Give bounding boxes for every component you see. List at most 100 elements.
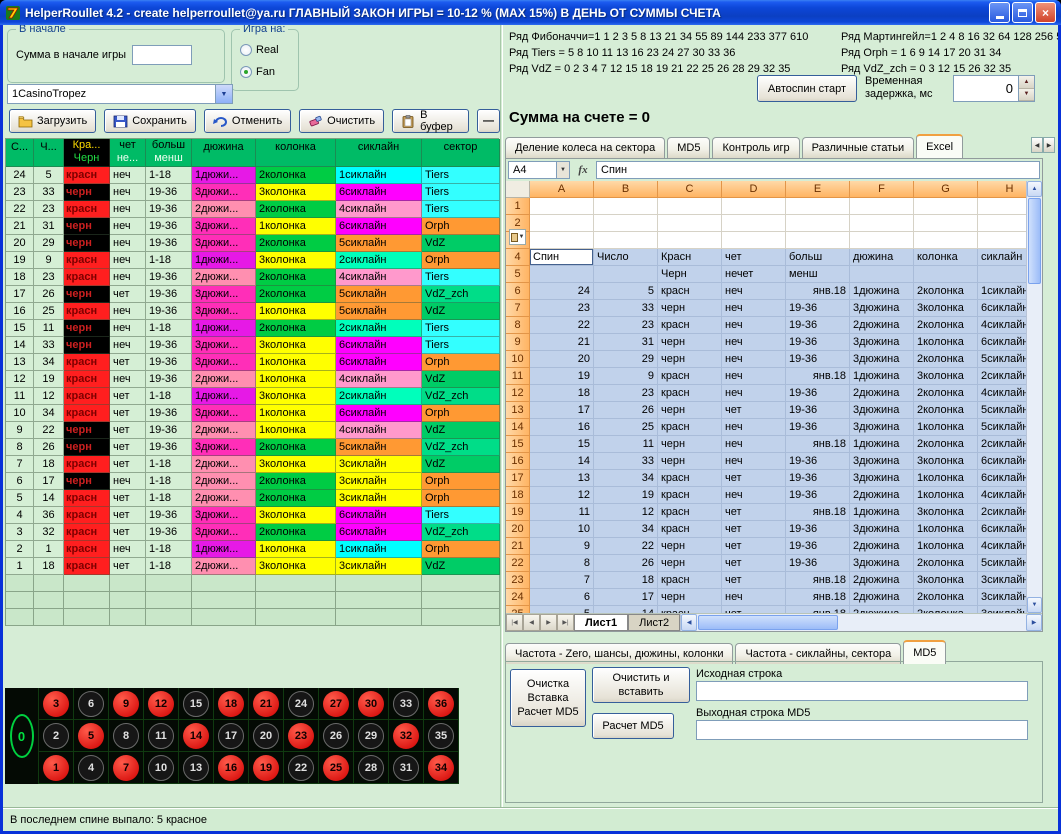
excel-cell[interactable] bbox=[850, 232, 914, 249]
excel-cell[interactable]: 19-36 bbox=[786, 487, 850, 504]
excel-row-header[interactable]: 16 bbox=[506, 453, 530, 470]
excel-cell[interactable]: неч bbox=[722, 453, 786, 470]
excel-cell[interactable]: 3колонка bbox=[914, 504, 978, 521]
excel-cell[interactable]: янв.18 bbox=[786, 504, 850, 521]
excel-cell[interactable]: янв.18 bbox=[786, 283, 850, 300]
roulette-number[interactable]: 12 bbox=[144, 688, 179, 720]
excel-cell[interactable]: черн bbox=[658, 589, 722, 606]
excel-cell[interactable] bbox=[594, 232, 658, 249]
tab-md5-bottom[interactable]: MD5 bbox=[903, 640, 946, 664]
excel-cell[interactable]: красн bbox=[658, 385, 722, 402]
start-sum-input[interactable] bbox=[132, 45, 192, 65]
roulette-number[interactable]: 24 bbox=[284, 688, 319, 720]
excel-cell[interactable]: 3дюжина bbox=[850, 351, 914, 368]
excel-vertical-scrollbar[interactable]: ▲ ▼ bbox=[1026, 181, 1042, 613]
casino-select-arrow[interactable]: ▼ bbox=[215, 85, 232, 103]
excel-cell[interactable]: 19-36 bbox=[786, 351, 850, 368]
excel-row-header[interactable]: 7 bbox=[506, 300, 530, 317]
excel-cell[interactable]: 19 bbox=[594, 487, 658, 504]
roulette-number[interactable]: 29 bbox=[354, 720, 389, 752]
excel-cell[interactable]: черн bbox=[658, 555, 722, 572]
excel-cell[interactable]: янв.18 bbox=[786, 368, 850, 385]
excel-row-header[interactable]: 13 bbox=[506, 402, 530, 419]
load-button[interactable]: Загрузить bbox=[9, 109, 96, 133]
excel-cell[interactable]: 3колонка bbox=[914, 572, 978, 589]
excel-cell[interactable]: дюжина bbox=[850, 249, 914, 266]
excel-cell[interactable]: 2колонка bbox=[914, 351, 978, 368]
excel-cell[interactable]: 3дюжина bbox=[850, 555, 914, 572]
excel-cell[interactable]: 1дюжина bbox=[850, 368, 914, 385]
excel-cell[interactable]: 34 bbox=[594, 521, 658, 538]
excel-cell[interactable]: неч bbox=[722, 368, 786, 385]
save-button[interactable]: Сохранить bbox=[104, 109, 196, 133]
excel-cell[interactable]: неч bbox=[722, 419, 786, 436]
excel-cell[interactable]: 33 bbox=[594, 453, 658, 470]
excel-column-header[interactable]: B bbox=[594, 181, 658, 198]
excel-cell[interactable]: 13 bbox=[530, 470, 594, 487]
sheet-prev-icon[interactable]: ◀ bbox=[523, 614, 540, 631]
excel-cell[interactable]: 3колонка bbox=[914, 453, 978, 470]
roulette-number[interactable]: 36 bbox=[424, 688, 459, 720]
tab-md5[interactable]: MD5 bbox=[667, 137, 710, 158]
excel-cell[interactable]: 11 bbox=[594, 436, 658, 453]
excel-cell[interactable]: 17 bbox=[530, 402, 594, 419]
excel-cell[interactable]: неч bbox=[722, 351, 786, 368]
restore-button[interactable] bbox=[1012, 2, 1033, 23]
autospin-start-button[interactable]: Автоспин старт bbox=[757, 75, 857, 102]
excel-cell[interactable]: черн bbox=[658, 300, 722, 317]
excel-row-header[interactable]: 21 bbox=[506, 538, 530, 555]
excel-cell[interactable]: 1колонка bbox=[914, 470, 978, 487]
excel-cell[interactable]: 12 bbox=[594, 504, 658, 521]
excel-cell[interactable]: 8 bbox=[530, 555, 594, 572]
excel-cell[interactable]: чет bbox=[722, 504, 786, 521]
radio-fan[interactable]: Fan bbox=[240, 66, 275, 78]
excel-cell[interactable]: 2колонка bbox=[914, 402, 978, 419]
roulette-number[interactable]: 2 bbox=[39, 720, 74, 752]
excel-row-header[interactable]: 10 bbox=[506, 351, 530, 368]
excel-cell[interactable]: 23 bbox=[594, 385, 658, 402]
excel-cell[interactable] bbox=[850, 266, 914, 283]
collapse-button[interactable]: — bbox=[477, 109, 500, 133]
roulette-number[interactable]: 23 bbox=[284, 720, 319, 752]
excel-row-header[interactable]: 24 bbox=[506, 589, 530, 606]
excel-cell[interactable]: 18 bbox=[530, 385, 594, 402]
excel-cell[interactable]: 15 bbox=[530, 436, 594, 453]
roulette-number[interactable]: 17 bbox=[214, 720, 249, 752]
excel-cell[interactable]: красн bbox=[658, 470, 722, 487]
excel-row-header[interactable]: 20 bbox=[506, 521, 530, 538]
excel-cell[interactable]: колонка bbox=[914, 249, 978, 266]
excel-cell[interactable]: 2колонка bbox=[914, 589, 978, 606]
excel-cell[interactable]: 23 bbox=[594, 317, 658, 334]
scroll-up-icon[interactable]: ▲ bbox=[1027, 181, 1042, 197]
excel-cell[interactable]: 2колонка bbox=[914, 436, 978, 453]
excel-cell[interactable] bbox=[594, 215, 658, 232]
excel-cell[interactable]: чет bbox=[722, 555, 786, 572]
excel-cell[interactable]: 1дюжина bbox=[850, 504, 914, 521]
excel-row-header[interactable]: 17 bbox=[506, 470, 530, 487]
md5-source-input[interactable] bbox=[696, 681, 1028, 701]
excel-cell[interactable]: красн bbox=[658, 283, 722, 300]
excel-cell[interactable]: 1колонка bbox=[914, 419, 978, 436]
excel-row-header[interactable]: 23 bbox=[506, 572, 530, 589]
excel-cell[interactable]: чет bbox=[722, 538, 786, 555]
roulette-number[interactable]: 3 bbox=[39, 688, 74, 720]
excel-cell[interactable]: 12 bbox=[530, 487, 594, 504]
excel-cell[interactable]: чет bbox=[722, 249, 786, 266]
excel-cell[interactable]: 2дюжина bbox=[850, 572, 914, 589]
excel-cell[interactable]: 2дюжина bbox=[850, 317, 914, 334]
paste-options-icon[interactable]: ▼ bbox=[509, 229, 526, 245]
undo-button[interactable]: Отменить bbox=[204, 109, 291, 133]
excel-cell[interactable]: 2колонка bbox=[914, 283, 978, 300]
md5-batch-button[interactable]: Очистка Вставка Расчет MD5 bbox=[510, 669, 586, 727]
md5-clear-paste-button[interactable]: Очистить и вставить bbox=[592, 667, 690, 703]
tab-scroll-left-icon[interactable]: ◀ bbox=[1031, 137, 1043, 153]
excel-cell[interactable] bbox=[914, 232, 978, 249]
vscroll-thumb[interactable] bbox=[1028, 198, 1041, 284]
excel-cell[interactable]: больш bbox=[786, 249, 850, 266]
excel-cell[interactable] bbox=[914, 215, 978, 232]
roulette-number[interactable]: 32 bbox=[389, 720, 424, 752]
excel-cell[interactable] bbox=[722, 198, 786, 215]
excel-cell[interactable] bbox=[530, 198, 594, 215]
excel-cell[interactable]: 21 bbox=[530, 334, 594, 351]
excel-cell[interactable]: 1колонка bbox=[914, 521, 978, 538]
